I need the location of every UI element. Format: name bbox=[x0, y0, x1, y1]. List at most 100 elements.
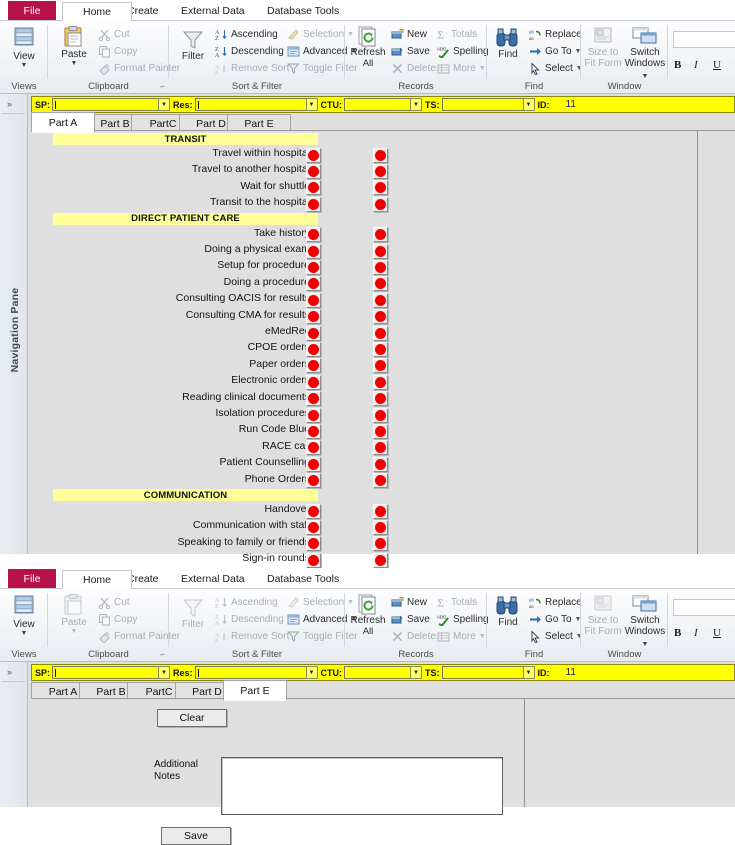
ts-dropdown-arrow[interactable]: ▼ bbox=[522, 98, 535, 111]
paste-dropdown-arrow[interactable]: ▼ bbox=[54, 628, 94, 635]
sp-input[interactable] bbox=[52, 666, 160, 679]
bold-button[interactable]: B bbox=[674, 59, 681, 71]
activity-start-indicator[interactable] bbox=[306, 407, 321, 423]
activity-stop-indicator[interactable] bbox=[373, 309, 388, 325]
paste-button[interactable]: Paste ▼ bbox=[54, 593, 94, 635]
select-button[interactable]: Select ▼ bbox=[529, 61, 583, 76]
spelling-button[interactable]: ABC Spelling bbox=[437, 44, 489, 59]
activity-stop-indicator[interactable] bbox=[373, 456, 388, 472]
part-tab-a[interactable]: Part A bbox=[31, 112, 95, 133]
spelling-button[interactable]: ABC Spelling bbox=[437, 612, 489, 627]
more-button[interactable]: More ▼ bbox=[437, 61, 486, 76]
size-to-fit-form-button[interactable]: Size to Fit Form bbox=[583, 595, 623, 637]
res-dropdown-arrow[interactable]: ▼ bbox=[305, 666, 318, 679]
filter-button[interactable]: Filter bbox=[173, 597, 213, 630]
replace-button[interactable]: ab ac Replace bbox=[529, 27, 582, 42]
save-button[interactable]: Save bbox=[161, 827, 231, 845]
ctu-input[interactable] bbox=[344, 98, 412, 111]
activity-start-indicator[interactable] bbox=[306, 374, 321, 390]
cut-button[interactable]: Cut bbox=[98, 27, 130, 42]
activity-stop-indicator[interactable] bbox=[373, 243, 388, 259]
sp-input[interactable] bbox=[52, 98, 160, 111]
activity-start-indicator[interactable] bbox=[306, 341, 321, 357]
ts-dropdown-arrow[interactable]: ▼ bbox=[522, 666, 535, 679]
activity-stop-indicator[interactable] bbox=[373, 341, 388, 357]
tab-file[interactable]: File bbox=[8, 569, 56, 588]
activity-start-indicator[interactable] bbox=[306, 391, 321, 407]
ts-input[interactable] bbox=[441, 98, 524, 111]
tab-database-tools[interactable]: Database Tools bbox=[258, 1, 348, 20]
activity-stop-indicator[interactable] bbox=[373, 440, 388, 456]
goto-button[interactable]: Go To ▼ bbox=[529, 612, 581, 627]
clear-button[interactable]: Clear bbox=[157, 709, 227, 727]
activity-stop-indicator[interactable] bbox=[373, 407, 388, 423]
find-button[interactable]: Find bbox=[489, 27, 527, 60]
clipboard-dialog-launcher[interactable]: ⌐ bbox=[160, 82, 165, 91]
activity-stop-indicator[interactable] bbox=[373, 259, 388, 275]
activity-start-indicator[interactable] bbox=[306, 440, 321, 456]
activity-stop-indicator[interactable] bbox=[373, 473, 388, 489]
sort-descending-button[interactable]: ZA Descending bbox=[215, 44, 284, 59]
select-button[interactable]: Select ▼ bbox=[529, 629, 583, 644]
switch-windows-button[interactable]: Switch Windows ▼ bbox=[623, 27, 667, 81]
paste-dropdown-arrow[interactable]: ▼ bbox=[54, 60, 94, 67]
activity-stop-indicator[interactable] bbox=[373, 325, 388, 341]
tab-external-data[interactable]: External Data bbox=[172, 569, 254, 588]
replace-button[interactable]: ab ac Replace bbox=[529, 595, 582, 610]
chevron-down-icon[interactable]: ▼ bbox=[479, 633, 486, 640]
remove-sort-button[interactable]: AZ Remove Sort bbox=[215, 61, 289, 76]
ctu-dropdown-arrow[interactable]: ▼ bbox=[410, 666, 423, 679]
more-button[interactable]: More ▼ bbox=[437, 629, 486, 644]
expand-navigation-pane-button[interactable]: » bbox=[7, 99, 12, 109]
activity-stop-indicator[interactable] bbox=[373, 519, 388, 535]
new-record-button[interactable]: New bbox=[391, 595, 427, 610]
font-name-input[interactable] bbox=[673, 31, 735, 48]
activity-stop-indicator[interactable] bbox=[373, 536, 388, 552]
switch-windows-button[interactable]: Switch Windows ▼ bbox=[623, 595, 667, 649]
remove-sort-button[interactable]: AZ Remove Sort bbox=[215, 629, 289, 644]
view-button[interactable]: View ▼ bbox=[2, 27, 46, 69]
activity-start-indicator[interactable] bbox=[306, 473, 321, 489]
copy-button[interactable]: Copy bbox=[98, 612, 137, 627]
view-dropdown-arrow[interactable]: ▼ bbox=[2, 62, 46, 69]
activity-stop-indicator[interactable] bbox=[373, 374, 388, 390]
clipboard-dialog-launcher[interactable]: ⌐ bbox=[160, 650, 165, 659]
italic-button[interactable]: I bbox=[694, 627, 698, 639]
chevron-down-icon[interactable]: ▼ bbox=[642, 641, 649, 648]
additional-notes-textarea[interactable] bbox=[221, 757, 503, 815]
activity-start-indicator[interactable] bbox=[306, 180, 321, 196]
activity-start-indicator[interactable] bbox=[306, 536, 321, 552]
sort-descending-button[interactable]: ZA Descending bbox=[215, 612, 284, 627]
res-input[interactable] bbox=[194, 98, 307, 111]
activity-start-indicator[interactable] bbox=[306, 259, 321, 275]
activity-stop-indicator[interactable] bbox=[373, 391, 388, 407]
sort-ascending-button[interactable]: AZ Ascending bbox=[215, 27, 278, 42]
tab-home[interactable]: Home bbox=[62, 570, 132, 590]
sort-ascending-button[interactable]: AZ Ascending bbox=[215, 595, 278, 610]
res-input[interactable] bbox=[194, 666, 307, 679]
refresh-all-button[interactable]: Refresh All bbox=[347, 25, 389, 69]
italic-button[interactable]: I bbox=[694, 59, 698, 71]
activity-stop-indicator[interactable] bbox=[373, 552, 388, 568]
refresh-all-button[interactable]: Refresh All bbox=[347, 593, 389, 637]
activity-start-indicator[interactable] bbox=[306, 243, 321, 259]
underline-button[interactable]: U bbox=[713, 59, 721, 71]
activity-start-indicator[interactable] bbox=[306, 227, 321, 243]
navigation-pane-top[interactable]: » Navigation Pane bbox=[0, 94, 28, 554]
view-button[interactable]: View ▼ bbox=[2, 595, 46, 637]
activity-stop-indicator[interactable] bbox=[373, 163, 388, 179]
chevron-down-icon[interactable]: ▼ bbox=[642, 73, 649, 80]
bold-button[interactable]: B bbox=[674, 627, 681, 639]
activity-start-indicator[interactable] bbox=[306, 552, 321, 568]
activity-stop-indicator[interactable] bbox=[373, 503, 388, 519]
activity-stop-indicator[interactable] bbox=[373, 227, 388, 243]
activity-stop-indicator[interactable] bbox=[373, 423, 388, 439]
navigation-pane-bottom[interactable]: » bbox=[0, 662, 28, 807]
part-tab-e[interactable]: Part E bbox=[223, 680, 287, 701]
activity-stop-indicator[interactable] bbox=[373, 180, 388, 196]
activity-start-indicator[interactable] bbox=[306, 147, 321, 163]
save-record-button[interactable]: Save bbox=[391, 44, 430, 59]
cut-button[interactable]: Cut bbox=[98, 595, 130, 610]
activity-start-indicator[interactable] bbox=[306, 276, 321, 292]
activity-start-indicator[interactable] bbox=[306, 163, 321, 179]
